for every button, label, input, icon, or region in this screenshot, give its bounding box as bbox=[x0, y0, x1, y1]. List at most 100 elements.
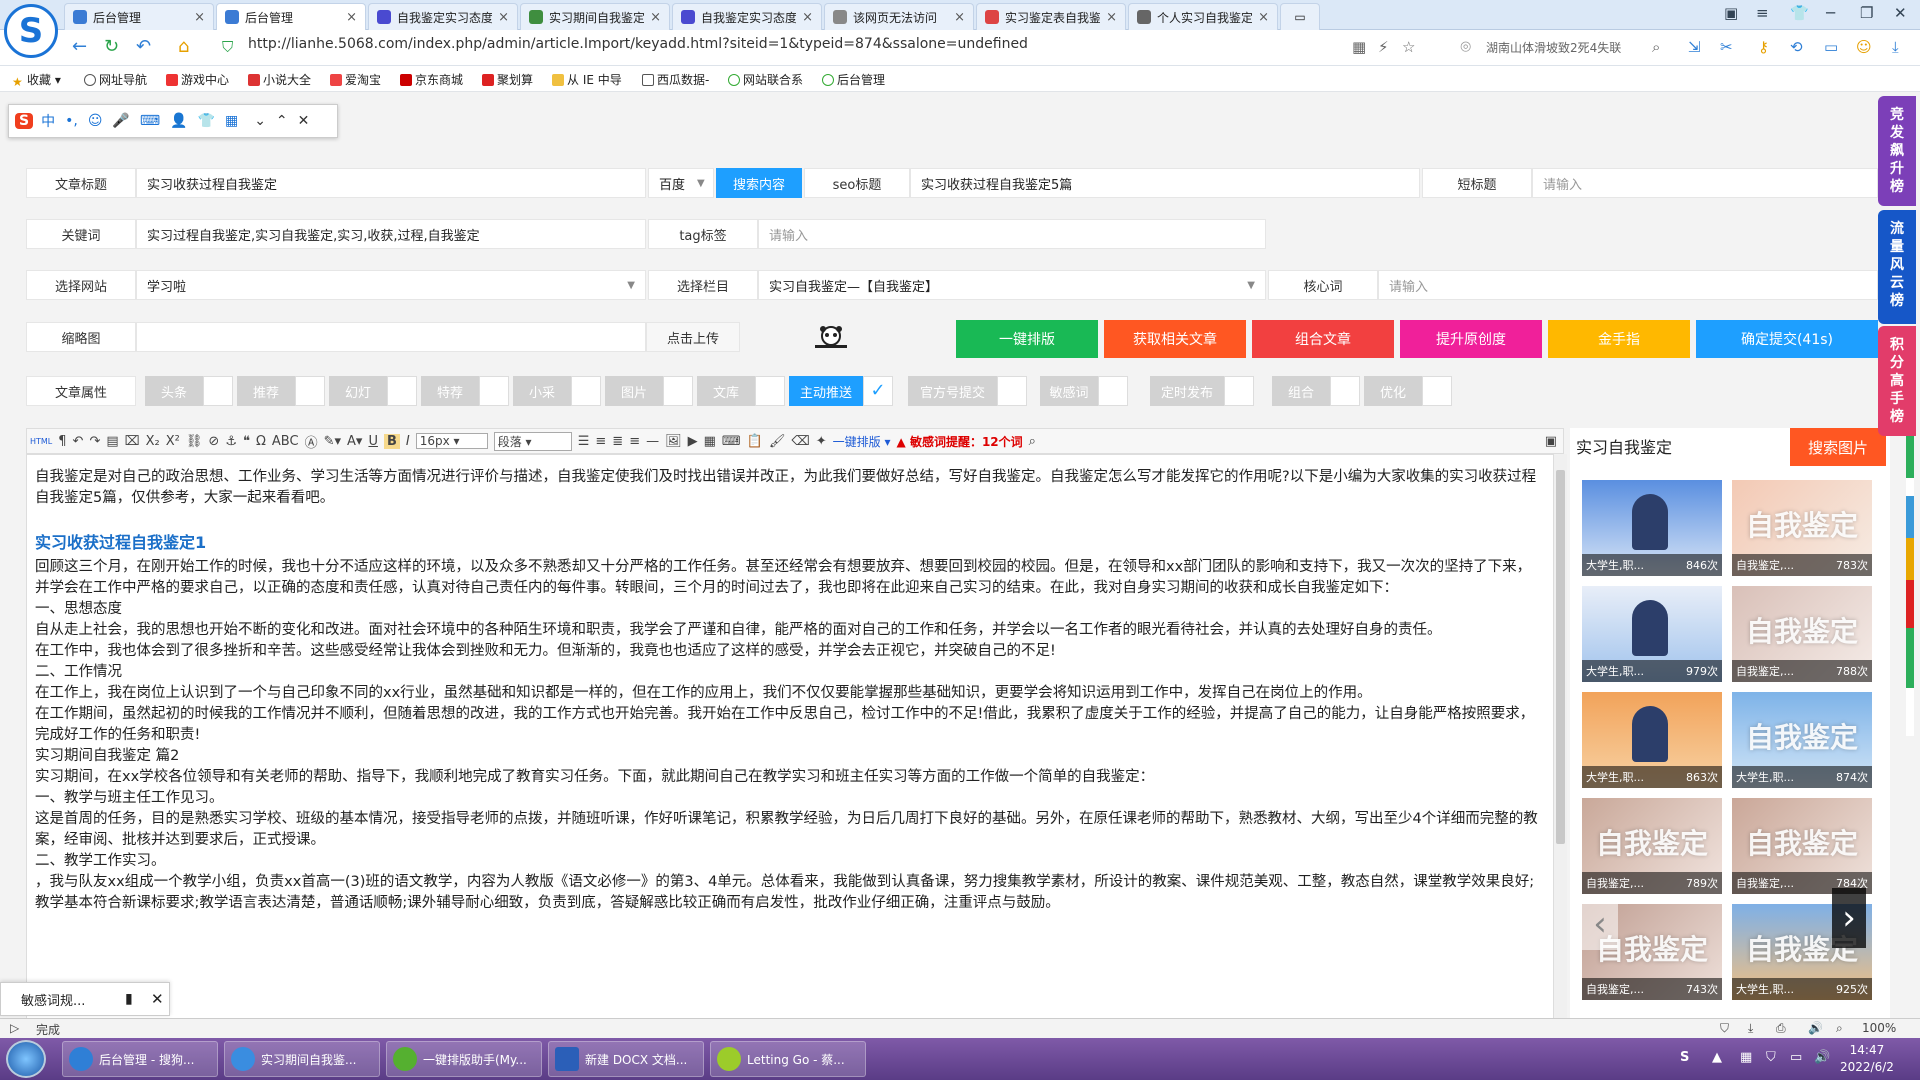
align-justify-icon[interactable]: ☰ bbox=[578, 434, 590, 449]
key-icon[interactable]: ⚷ bbox=[1758, 38, 1769, 56]
prev-arrow-icon[interactable]: ‹ bbox=[1582, 898, 1618, 950]
fullscreen-icon[interactable]: ▣ bbox=[1545, 434, 1557, 449]
refresh-icon[interactable]: ↻ bbox=[104, 36, 119, 57]
horizontal-rule-icon[interactable]: — bbox=[646, 434, 659, 449]
italic-icon[interactable]: I bbox=[406, 434, 410, 449]
keyboard-icon[interactable]: ⌨ bbox=[140, 113, 160, 129]
anchor-icon[interactable]: ⚓ bbox=[225, 434, 237, 449]
bookmark-item[interactable]: 网站联合系 bbox=[728, 71, 803, 88]
attribute-option[interactable]: 推荐 bbox=[237, 376, 325, 406]
minimize-icon[interactable]: ─ bbox=[1826, 4, 1835, 22]
abc-icon[interactable]: ABC bbox=[272, 434, 299, 449]
attribute-checkbox[interactable] bbox=[203, 376, 233, 406]
underline-icon[interactable]: U bbox=[368, 434, 378, 449]
clear-format-icon[interactable]: ⌧ bbox=[125, 434, 140, 449]
ime-toolbar[interactable]: S 中 •, ☺ 🎤 ⌨ 👤 👕 ▦ ⌄ ⌃ ✕ bbox=[8, 104, 338, 138]
close-icon[interactable]: × bbox=[1258, 10, 1269, 25]
monitor-icon[interactable]: ▭ bbox=[1790, 1050, 1802, 1065]
shield-icon[interactable]: ⛉ bbox=[1720, 1021, 1729, 1036]
image-thumbnail[interactable]: 大学生,职... 979次 bbox=[1582, 586, 1722, 682]
taskbar-item[interactable]: 实习期间自我鉴... bbox=[224, 1041, 380, 1077]
image-thumbnail[interactable]: 自我鉴定 自我鉴定,... 789次 bbox=[1582, 798, 1722, 894]
align-center-icon[interactable]: ≣ bbox=[612, 434, 623, 449]
font-color-icon[interactable]: A▾ bbox=[347, 434, 362, 449]
undo-icon[interactable]: ↶ bbox=[73, 434, 84, 449]
browser-tab[interactable]: 实习鉴定表自我鉴定（通× bbox=[976, 3, 1126, 30]
attribute-option[interactable]: 头条 bbox=[145, 376, 233, 406]
ime-tray-icon[interactable]: S bbox=[1680, 1050, 1689, 1065]
attribute-option[interactable]: 敏感词 bbox=[1040, 376, 1128, 406]
bookmark-item[interactable]: 聚划算 bbox=[482, 71, 533, 88]
search-icon[interactable]: ⌕ bbox=[1652, 38, 1660, 56]
news-ticker[interactable]: 湖南山体滑坡致2死4失联 bbox=[1486, 39, 1621, 56]
unlink-icon[interactable]: ⊘ bbox=[208, 434, 219, 449]
quote-icon[interactable]: ❝ bbox=[243, 434, 250, 449]
browser-tab[interactable]: 后台管理 × bbox=[64, 3, 214, 30]
attribute-option[interactable]: 定时发布 bbox=[1150, 376, 1254, 406]
attribute-option[interactable]: 组合 bbox=[1272, 376, 1360, 406]
align-left-icon[interactable]: ≡ bbox=[595, 434, 606, 449]
image-thumbnail[interactable]: 自我鉴定 自我鉴定,... 788次 bbox=[1732, 586, 1872, 682]
undo-icon[interactable]: ↶ bbox=[136, 36, 151, 57]
browser-tab[interactable]: 自我鉴定实习态度怎么写× bbox=[672, 3, 822, 30]
scrollbar-thumb[interactable] bbox=[1556, 470, 1565, 844]
new-tab-button[interactable]: ▭ bbox=[1280, 3, 1320, 30]
magic-icon[interactable]: ✦ bbox=[816, 434, 827, 449]
network-icon[interactable]: ▦ bbox=[1740, 1050, 1752, 1065]
start-button[interactable] bbox=[6, 1040, 46, 1078]
star-icon[interactable]: ☆ bbox=[1402, 38, 1415, 56]
combine-articles-button[interactable]: 组合文章 bbox=[1252, 320, 1394, 358]
attribute-checkbox[interactable] bbox=[1224, 376, 1254, 406]
seo-title-input[interactable]: 实习收获过程自我鉴定5篇 bbox=[910, 168, 1420, 198]
core-word-input[interactable]: 请输入 bbox=[1378, 270, 1878, 300]
download-icon[interactable]: ⤓ bbox=[1748, 1021, 1753, 1036]
sensitive-word-popup[interactable]: 敏感词规... ▮ ✕ bbox=[0, 982, 170, 1016]
search-content-button[interactable]: 搜索内容 bbox=[716, 168, 802, 198]
bookmark-item[interactable]: ★ 收藏 ▾ bbox=[12, 71, 61, 89]
search-icon[interactable]: ⌕ bbox=[1029, 434, 1036, 449]
attribute-checkbox[interactable] bbox=[479, 376, 509, 406]
title-input[interactable]: 实习收获过程自我鉴定 bbox=[136, 168, 646, 198]
rank-tag-traffic[interactable]: 流量风云榜 bbox=[1878, 210, 1916, 324]
volume-icon[interactable]: 🔊 bbox=[1808, 1021, 1823, 1035]
bookmark-item[interactable]: 西瓜数据- bbox=[642, 71, 709, 88]
home-icon[interactable]: ⌂ bbox=[178, 36, 189, 57]
image-thumbnail[interactable]: 自我鉴定 自我鉴定,... 784次 bbox=[1732, 798, 1872, 894]
rank-tag-rising[interactable]: 竞发飙升榜 bbox=[1878, 96, 1916, 206]
skin-icon[interactable]: 👕 bbox=[1790, 4, 1809, 22]
one-click-layout-button[interactable]: 一键排版 bbox=[956, 320, 1098, 358]
submit-button[interactable]: 确定提交(41s) bbox=[1696, 320, 1878, 358]
browser-tab[interactable]: 自我鉴定实习态度实习收获× bbox=[368, 3, 518, 30]
bookmark-item[interactable]: 游戏中心 bbox=[166, 71, 229, 88]
browser-tab[interactable]: 个人实习自我鉴定（精选× bbox=[1128, 3, 1278, 30]
image-thumbnail[interactable]: 大学生,职... 846次 bbox=[1582, 480, 1722, 576]
attribute-option[interactable]: 特荐 bbox=[421, 376, 509, 406]
attribute-checkbox[interactable] bbox=[663, 376, 693, 406]
font-size-select[interactable]: 16px ▾ bbox=[415, 433, 488, 449]
editor-scrollbar[interactable] bbox=[1553, 454, 1567, 1020]
image-icon[interactable]: 🖼 bbox=[665, 434, 682, 449]
code-icon[interactable]: ⌨ bbox=[722, 434, 741, 449]
attribute-checkbox[interactable] bbox=[571, 376, 601, 406]
attribute-option[interactable]: 官方号提交 bbox=[908, 376, 1027, 406]
column-select[interactable]: 实习自我鉴定—【自我鉴定】 ▼ bbox=[758, 270, 1266, 300]
sensitive-word-alert[interactable]: ▲ 敏感词提醒：12个词 bbox=[897, 433, 1023, 450]
image-thumbnail[interactable]: 大学生,职... 863次 bbox=[1582, 692, 1722, 788]
attribute-option[interactable]: 主动推送 ✓ bbox=[789, 376, 893, 406]
bookmark-item[interactable]: 从 IE 中导 bbox=[552, 71, 622, 88]
bookmark-item[interactable]: 网址导航 bbox=[84, 71, 147, 88]
tag-input[interactable]: 请输入 bbox=[758, 219, 1266, 249]
close-icon[interactable]: ✕ bbox=[151, 990, 164, 1008]
apps-icon[interactable]: ▦ bbox=[225, 113, 238, 129]
pin-icon[interactable]: ▮ bbox=[125, 991, 133, 1007]
html-source-icon[interactable]: HTML bbox=[30, 437, 52, 446]
upload-button[interactable]: 点击上传 bbox=[646, 322, 740, 352]
sidebar-toggle-icon[interactable]: ▣ bbox=[1724, 4, 1738, 22]
sogou-browser-logo[interactable]: S bbox=[4, 4, 58, 58]
rank-tag-points[interactable]: 积分高手榜 bbox=[1878, 326, 1916, 436]
close-icon[interactable]: × bbox=[1106, 10, 1117, 25]
next-arrow-icon[interactable]: › bbox=[1832, 888, 1866, 948]
format-brush-icon[interactable]: 🖌 bbox=[769, 434, 786, 449]
emoji-icon[interactable]: ☺ bbox=[88, 113, 103, 129]
short-title-input[interactable]: 请输入 bbox=[1532, 168, 1878, 198]
